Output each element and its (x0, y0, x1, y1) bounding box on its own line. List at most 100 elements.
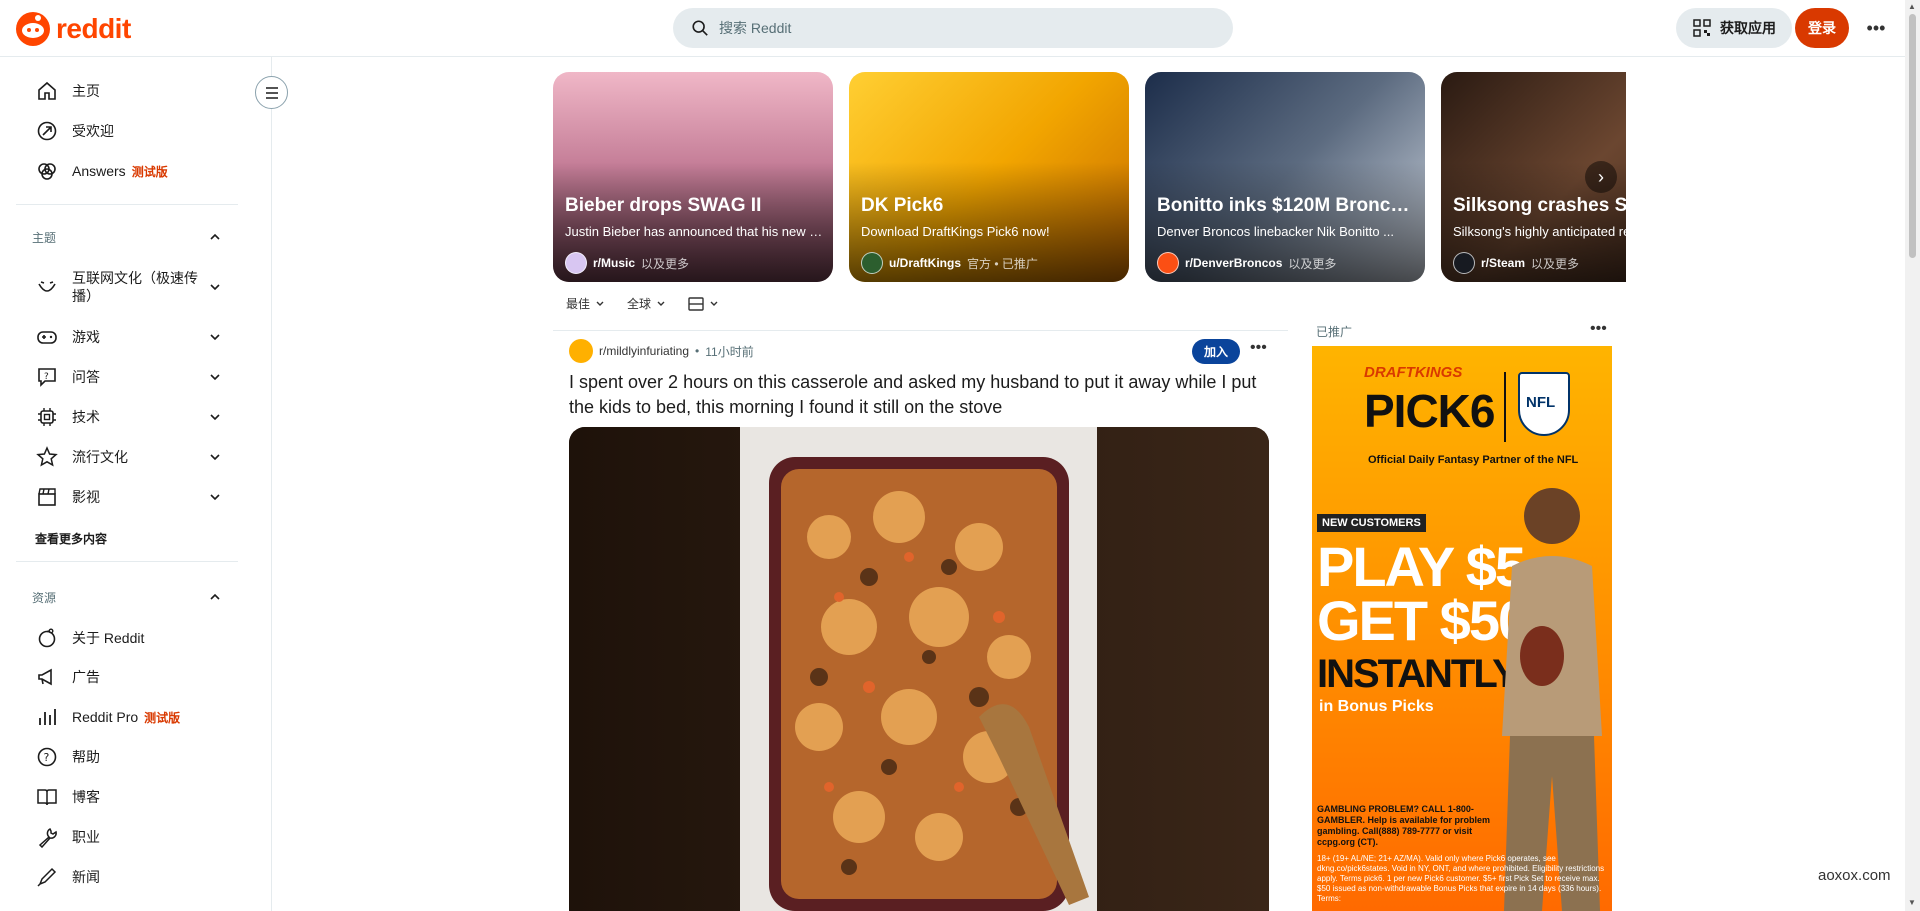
popular-icon (37, 121, 57, 141)
chip-icon (38, 408, 56, 426)
sidebar-item-label: 帮助 (72, 749, 100, 765)
watermark: aoxox.com (1818, 867, 1891, 884)
get-app-button[interactable]: 获取应用 (1676, 8, 1792, 48)
about-icon (38, 628, 56, 648)
community-avatar (565, 252, 587, 274)
region-label: 全球 (627, 297, 652, 311)
sidebar-item-advertise[interactable]: 广告 (36, 657, 100, 697)
ad-brand-top: DRAFTKINGS (1364, 364, 1463, 381)
gamepad-icon (37, 331, 57, 344)
community-avatar (1453, 252, 1475, 274)
sidebar-item-label: 游戏 (72, 329, 100, 345)
sidebar-item-internet-culture[interactable]: 互联网文化（极速传播） (36, 267, 222, 307)
region-dropdown[interactable]: 全球 (627, 295, 666, 312)
sidebar-item-gaming[interactable]: 游戏 (36, 317, 222, 357)
sidebar-item-blog[interactable]: 博客 (36, 777, 100, 817)
chevron-down-icon (210, 374, 220, 381)
logo-text: reddit (56, 13, 131, 44)
more-options-icon[interactable]: ••• (1862, 14, 1890, 42)
ad-more-icon[interactable]: ••• (1590, 320, 1607, 338)
casserole-photo (569, 427, 1269, 911)
sidebar-item-press[interactable]: 新闻 (36, 857, 100, 897)
chevron-up-icon (210, 233, 220, 240)
sidebar-item-label: 职业 (72, 829, 100, 845)
ad-new-customers: NEW CUSTOMERS (1317, 514, 1426, 532)
reddit-logo[interactable]: reddit (16, 12, 131, 46)
ad-fine-print: GAMBLING PROBLEM? CALL 1-800-GAMBLER. He… (1317, 804, 1491, 847)
carousel-next-icon[interactable]: › (1585, 161, 1617, 193)
subreddit-link[interactable]: r/mildlyinfuriating (599, 344, 689, 358)
qr-code-icon (1693, 19, 1711, 37)
sidebar-item-label: 受欢迎 (72, 123, 114, 139)
sidebar-ad[interactable]: DRAFTKINGS PICK6 NFL Official Daily Fant… (1312, 346, 1612, 911)
chevron-down-icon (210, 284, 220, 291)
scroll-down-icon[interactable]: ▼ (1908, 898, 1916, 907)
chevron-up-icon (210, 593, 220, 600)
scrollbar-thumb[interactable] (1909, 14, 1916, 258)
sidebar-item-label: 问答 (72, 369, 100, 385)
star-icon (36, 446, 58, 467)
join-button[interactable]: 加入 (1192, 339, 1240, 364)
subreddit-avatar[interactable] (569, 339, 593, 363)
topics-heading: 主题 (32, 230, 57, 245)
community-avatar (1157, 252, 1179, 274)
sidebar-item-movies-tv[interactable]: 影视 (36, 477, 222, 517)
sidebar-item-reddit-pro[interactable]: Reddit Pro 测试版 (36, 697, 180, 737)
topics-section-header[interactable]: 主题 (16, 217, 222, 257)
view-mode-dropdown[interactable] (688, 296, 719, 311)
sidebar-item-qa[interactable]: ? 问答 (36, 357, 222, 397)
card-extra: 官方 • 已推广 (967, 256, 1038, 271)
post-card[interactable]: r/mildlyinfuriating • 11小时前 (569, 337, 1269, 365)
book-icon (37, 789, 57, 806)
sidebar-item-help[interactable]: ? 帮助 (36, 737, 100, 777)
nfl-text: NFL (1526, 394, 1556, 411)
search-input[interactable] (719, 20, 1199, 36)
sidebar-item-popular[interactable]: 受欢迎 (36, 111, 114, 151)
ad-separator (1504, 372, 1506, 442)
post-title[interactable]: I spent over 2 hours on this casserole a… (569, 370, 1269, 420)
post-more-icon[interactable]: ••• (1250, 339, 1267, 357)
divider (553, 330, 1288, 331)
search-bar[interactable] (673, 8, 1233, 48)
carousel-card[interactable]: Bieber drops SWAG II Justin Bieber has a… (553, 72, 833, 282)
sidebar-item-tech[interactable]: 技术 (36, 397, 222, 437)
search-icon (692, 20, 708, 36)
feed-sort-bar: 最佳 全球 (566, 295, 719, 312)
chevron-down-icon (596, 301, 604, 306)
ad-partner-text: Official Daily Fantasy Partner of the NF… (1368, 454, 1579, 466)
trending-carousel: Bieber drops SWAG II Justin Bieber has a… (553, 72, 1626, 282)
sort-dropdown[interactable]: 最佳 (566, 295, 605, 312)
sidebar-item-home[interactable]: 主页 (36, 71, 100, 111)
carousel-card[interactable]: DK Pick6 Download DraftKings Pick6 now! … (849, 72, 1129, 282)
svg-text:?: ? (44, 751, 50, 764)
scroll-up-icon[interactable]: ▲ (1908, 2, 1916, 11)
left-sidebar: 主页 受欢迎 Answers 测试版 主题 互联网文化（极速传播） 游戏 ? 问答… (0, 57, 272, 911)
beta-badge: 测试版 (131, 164, 168, 179)
resources-heading: 资源 (32, 590, 57, 605)
card-description: Silksong's highly anticipated release... (1453, 224, 1626, 239)
chart-icon (39, 709, 56, 725)
page-scrollbar[interactable]: ▲ ▼ (1905, 0, 1920, 911)
sidebar-item-answers[interactable]: Answers 测试版 (36, 151, 168, 191)
collapse-sidebar-button[interactable] (255, 76, 288, 109)
sidebar-item-pop-culture[interactable]: 流行文化 (36, 437, 222, 477)
chevron-down-icon (710, 301, 718, 306)
sidebar-item-careers[interactable]: 职业 (36, 817, 100, 857)
carousel-card[interactable]: Bonitto inks $120M Broncos... Denver Bro… (1145, 72, 1425, 282)
sort-label: 最佳 (566, 297, 591, 311)
sidebar-item-label: Answers (72, 162, 126, 179)
see-more-link[interactable]: 查看更多内容 (35, 530, 107, 547)
card-description: Download DraftKings Pick6 now! (861, 224, 1050, 239)
sidebar-item-about[interactable]: 关于 Reddit (36, 618, 144, 658)
card-extra: 以及更多 (1531, 256, 1580, 271)
sidebar-item-label: 互联网文化（极速传播） (72, 270, 198, 304)
post-image[interactable] (569, 427, 1269, 911)
sidebar-item-label: 新闻 (72, 869, 100, 885)
card-title: DK Pick6 (861, 195, 944, 216)
resources-section-header[interactable]: 资源 (16, 577, 222, 617)
beta-badge: 测试版 (144, 710, 181, 725)
login-button[interactable]: 登录 (1795, 8, 1849, 48)
megaphone-icon (38, 668, 52, 686)
card-title: Silksong crashes Steam (1453, 195, 1626, 216)
pen-icon (37, 867, 57, 887)
